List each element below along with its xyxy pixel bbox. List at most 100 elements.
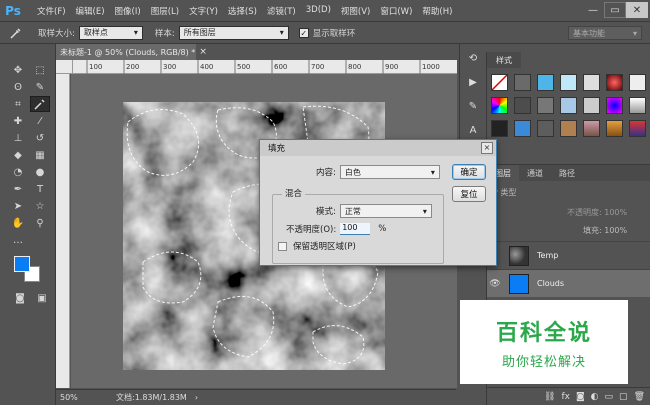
layer-opacity[interactable]: 不透明度: 100% (567, 207, 627, 218)
zoom-tool-icon[interactable]: ⚲ (30, 215, 50, 231)
style-swatch[interactable] (537, 97, 554, 114)
close-button[interactable]: ✕ (626, 2, 648, 18)
workspace-select[interactable]: 基本功能 ▾ (568, 26, 642, 40)
style-swatch[interactable] (491, 74, 508, 91)
style-swatch[interactable] (514, 97, 531, 114)
actions-panel-icon[interactable]: ▶ (462, 72, 484, 92)
restore-button[interactable]: ▭ (604, 2, 626, 18)
style-swatch[interactable] (514, 74, 531, 91)
style-swatch[interactable] (560, 97, 577, 114)
style-swatch[interactable] (606, 74, 623, 91)
dodge-tool-icon[interactable]: ● (30, 164, 50, 180)
menu-item[interactable]: 滤镜(T) (262, 5, 301, 17)
style-swatch[interactable] (629, 74, 646, 91)
preserve-label: 保留透明区域(P) (293, 242, 356, 252)
trash-icon[interactable]: 🗑 (634, 392, 645, 402)
crop-tool-icon[interactable]: ⌗ (8, 96, 28, 112)
pen-tool-icon[interactable]: ✒ (8, 181, 28, 197)
close-icon[interactable]: × (481, 142, 493, 154)
character-panel-icon[interactable]: A (462, 120, 484, 140)
path-select-tool-icon[interactable]: ➤ (8, 198, 28, 214)
link-icon[interactable]: ⛓ (544, 392, 555, 402)
sample-size-select[interactable]: 取样点 ▾ (78, 25, 143, 40)
blur-tool-icon[interactable]: ◔ (8, 164, 28, 180)
quick-select-tool-icon[interactable]: ✎ (30, 79, 50, 95)
reset-button[interactable]: 复位 (452, 186, 486, 202)
layer-row-clouds[interactable]: 👁 Clouds (487, 269, 650, 297)
menu-item[interactable]: 3D(D) (301, 5, 336, 17)
style-swatch[interactable] (560, 74, 577, 91)
style-swatch[interactable] (537, 120, 554, 137)
content-value: 白色 (344, 167, 361, 177)
tab-paths[interactable]: 路径 (551, 165, 583, 181)
content-select[interactable]: 白色 ▾ (339, 165, 440, 179)
eyedropper-icon[interactable] (6, 24, 26, 42)
shape-tool-icon[interactable]: ☆ (30, 198, 50, 214)
menu-item[interactable]: 视图(V) (336, 5, 375, 17)
menu-item[interactable]: 窗口(W) (375, 5, 417, 17)
new-layer-icon[interactable]: ▢ (619, 392, 628, 402)
style-swatch[interactable] (606, 97, 623, 114)
fx-icon[interactable]: fx (561, 392, 570, 402)
adjustment-icon[interactable]: ◐ (591, 392, 599, 402)
menu-item[interactable]: 编辑(E) (71, 5, 110, 17)
style-swatch[interactable] (514, 120, 531, 137)
minimize-button[interactable]: — (582, 2, 604, 18)
style-swatch[interactable] (560, 120, 577, 137)
menu-item[interactable]: 图层(L) (146, 5, 184, 17)
preserve-transparency-checkbox[interactable] (278, 241, 287, 251)
menu-item[interactable]: 选择(S) (223, 5, 262, 17)
marquee-tool-icon[interactable]: ⬚ (30, 62, 50, 78)
opacity-input[interactable]: 100 (340, 223, 371, 235)
visibility-eye-icon[interactable]: 👁 (487, 279, 503, 289)
eyedropper-tool-icon[interactable] (30, 96, 50, 112)
workspace-value: 基本功能 (573, 28, 605, 38)
style-swatch[interactable] (537, 74, 554, 91)
layer-fill[interactable]: 填充: 100% (583, 225, 627, 236)
menu-item[interactable]: 图像(I) (110, 5, 146, 17)
lasso-tool-icon[interactable]: ʘ (8, 79, 28, 95)
sample-select[interactable]: 所有图层 ▾ (178, 25, 289, 40)
healing-tool-icon[interactable]: ✚ (8, 113, 28, 129)
style-swatch[interactable] (606, 120, 623, 137)
ruler-tick-label: 300 (163, 63, 176, 71)
styles-tab[interactable]: 样式 (487, 52, 521, 68)
ruler-corner (56, 60, 73, 74)
screen-mode-icon[interactable]: ▣ (32, 290, 52, 306)
menu-item[interactable]: 文件(F) (32, 5, 71, 17)
style-swatch[interactable] (629, 97, 646, 114)
chevron-right-icon[interactable]: › (195, 393, 198, 402)
move-tool-icon[interactable]: ✥ (8, 62, 28, 78)
gradient-tool-icon[interactable]: ▦ (30, 147, 50, 163)
document-tab[interactable]: 未标题-1 @ 50% (Clouds, RGB/8) * × (56, 44, 207, 60)
style-swatch[interactable] (491, 120, 508, 137)
toolbox: ✥ ⬚ ʘ ✎ ⌗ ✚ ⁄ ⊥ ↺ ◆ ▦ ◔ ● ✒ T ➤ ☆ ✋ ⚲ … (0, 44, 56, 405)
close-icon[interactable]: × (199, 47, 207, 57)
more-tools-icon[interactable]: … (8, 232, 28, 248)
brush-tool-icon[interactable]: ⁄ (30, 113, 50, 129)
foreground-color-swatch[interactable] (14, 256, 30, 272)
quick-mask-icon[interactable]: ◙ (10, 290, 30, 306)
folder-icon[interactable]: ▭ (605, 392, 614, 402)
eraser-tool-icon[interactable]: ◆ (8, 147, 28, 163)
style-swatch[interactable] (583, 120, 600, 137)
history-brush-icon[interactable]: ↺ (30, 130, 50, 146)
stamp-tool-icon[interactable]: ⊥ (8, 130, 28, 146)
zoom-level[interactable]: 50% (60, 393, 96, 402)
menu-item[interactable]: 帮助(H) (417, 5, 457, 17)
layer-row-temp[interactable]: Temp (487, 241, 650, 269)
hand-tool-icon[interactable]: ✋ (8, 215, 28, 231)
style-swatch[interactable] (629, 120, 646, 137)
tab-channels[interactable]: 通道 (519, 165, 551, 181)
style-swatch[interactable] (583, 74, 600, 91)
style-swatch[interactable] (491, 97, 508, 114)
mode-select[interactable]: 正常 ▾ (339, 204, 432, 218)
show-ring-checkbox[interactable]: ✓ (298, 27, 309, 38)
style-swatch[interactable] (583, 97, 600, 114)
ok-button[interactable]: 确定 (452, 164, 486, 180)
history-panel-icon[interactable]: ⟲ (462, 48, 484, 68)
mask-icon[interactable]: ◙ (576, 392, 585, 402)
brush-panel-icon[interactable]: ✎ (462, 96, 484, 116)
type-tool-icon[interactable]: T (30, 181, 50, 197)
menu-item[interactable]: 文字(Y) (184, 5, 223, 17)
